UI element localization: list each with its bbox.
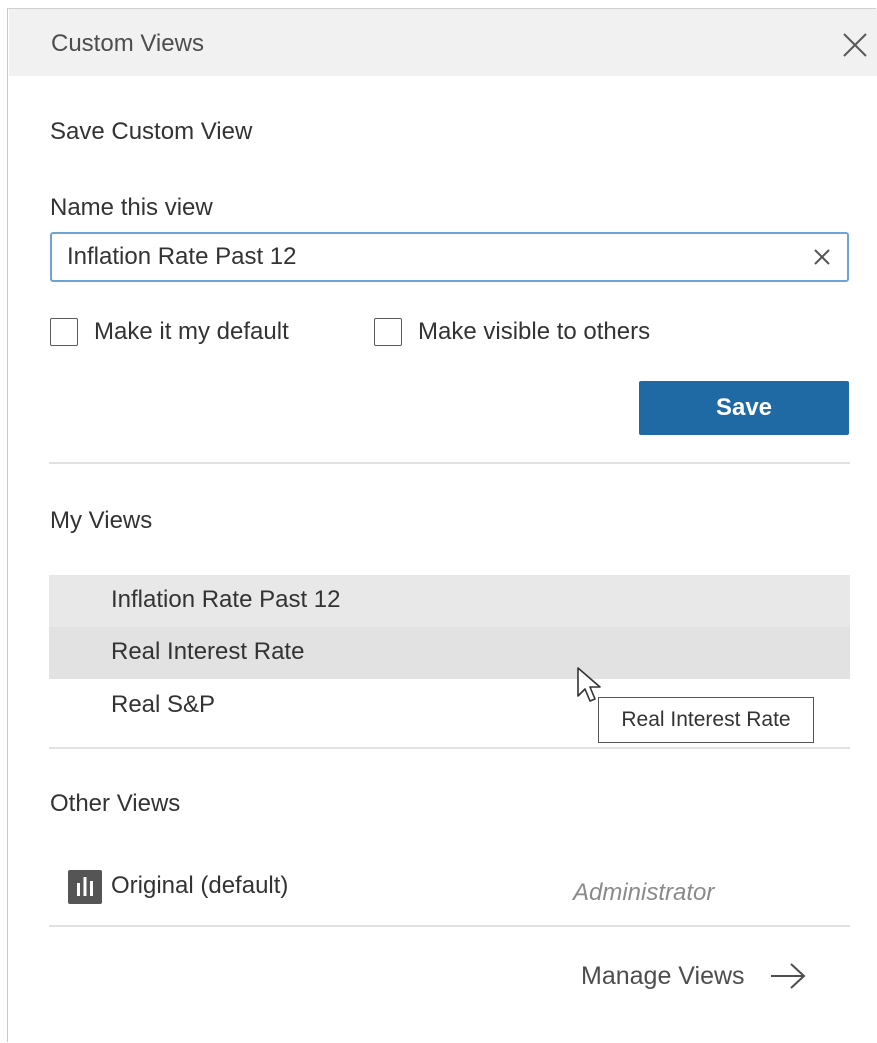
divider <box>49 925 850 927</box>
close-icon[interactable] <box>841 31 869 59</box>
my-view-item-label: Real Interest Rate <box>111 638 305 665</box>
save-custom-view-heading: Save Custom View <box>50 118 253 145</box>
my-view-item-label: Inflation Rate Past 12 <box>111 586 341 613</box>
view-name-input[interactable] <box>67 234 797 280</box>
save-button[interactable]: Save <box>639 381 849 435</box>
other-view-label: Original (default) <box>111 872 289 899</box>
make-default-label: Make it my default <box>94 318 289 345</box>
make-default-checkbox[interactable]: Make it my default <box>50 318 289 346</box>
my-view-item[interactable]: Real Interest Rate <box>49 627 850 679</box>
my-view-item[interactable]: Inflation Rate Past 12 <box>49 575 850 627</box>
bar-chart-icon <box>68 870 102 904</box>
panel-title: Custom Views <box>51 30 204 57</box>
make-default-checkbox-box[interactable] <box>50 318 78 346</box>
clear-input-icon[interactable] <box>812 247 832 267</box>
other-views-heading: Other Views <box>50 790 181 817</box>
view-name-field[interactable] <box>50 232 849 282</box>
my-view-item-label: Real S&P <box>111 691 216 718</box>
arrow-right-icon <box>769 961 807 991</box>
tooltip: Real Interest Rate <box>598 697 814 743</box>
my-views-heading: My Views <box>50 507 153 534</box>
name-field-label: Name this view <box>50 194 213 221</box>
manage-views-label: Manage Views <box>581 961 745 990</box>
owner-label: Administrator <box>573 879 715 906</box>
divider <box>49 747 850 749</box>
make-visible-label: Make visible to others <box>418 318 651 345</box>
divider <box>49 462 850 464</box>
custom-views-panel: Custom Views Save Custom View Name this … <box>7 8 877 1042</box>
other-view-item[interactable]: Original (default) Administrator <box>49 861 850 913</box>
panel-header: Custom Views <box>9 9 877 76</box>
manage-views-link[interactable]: Manage Views <box>581 961 807 991</box>
make-visible-checkbox-box[interactable] <box>374 318 402 346</box>
make-visible-checkbox[interactable]: Make visible to others <box>374 318 650 346</box>
